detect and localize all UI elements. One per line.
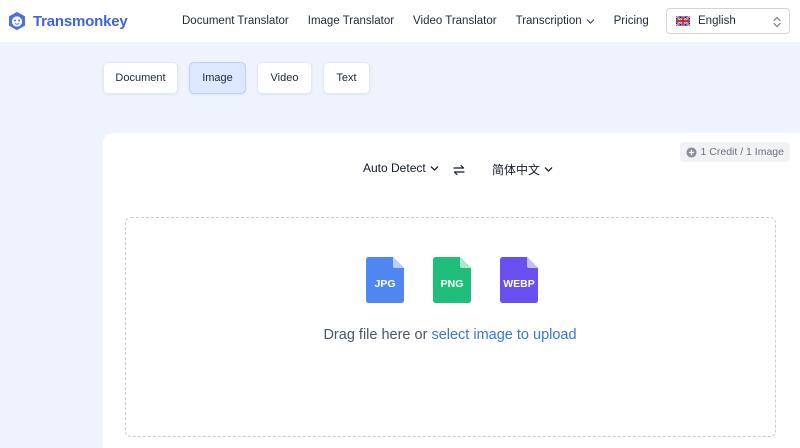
target-language-select[interactable]: 简体中文 xyxy=(492,161,553,178)
translator-type-tabs: Document Image Video Text xyxy=(103,62,370,94)
source-language-select[interactable]: Auto Detect xyxy=(363,161,439,175)
tab-label: Text xyxy=(336,72,357,84)
chevron-down-icon xyxy=(430,165,438,171)
file-type-label: JPG xyxy=(374,278,396,290)
webp-file-icon: WEBP xyxy=(500,257,538,303)
tab-label: Document xyxy=(115,72,166,84)
nav-label: Video Translator xyxy=(413,15,497,27)
language-pair-row: Auto Detect 简体中文 xyxy=(103,161,800,181)
language-select[interactable]: English xyxy=(666,8,790,34)
brand-name: Transmonkey xyxy=(33,12,128,30)
supported-file-types: JPG PNG WEBP xyxy=(126,257,774,303)
nav-label: Image Translator xyxy=(307,15,395,27)
png-file-icon: PNG xyxy=(433,257,471,303)
tab-label: Video xyxy=(270,72,299,84)
tab-text[interactable]: Text xyxy=(323,62,370,94)
file-type-label: PNG xyxy=(440,278,464,290)
credit-badge: 1 Credit / 1 Image xyxy=(679,142,790,162)
sort-updown-icon xyxy=(773,16,781,28)
image-translator-card: 1 Credit / 1 Image Auto Detect 简体中文 JPG … xyxy=(103,133,800,448)
source-language-label: Auto Detect xyxy=(363,161,426,175)
tab-document[interactable]: Document xyxy=(103,62,178,94)
language-select-value: English xyxy=(698,15,736,27)
brand-logo[interactable]: Transmonkey xyxy=(6,9,128,33)
nav-label: Document Translator xyxy=(182,15,289,27)
plus-circle-icon xyxy=(685,146,697,158)
nav-label: Transcription xyxy=(515,15,582,27)
dropzone-instructions: Drag file here or select image to upload xyxy=(126,327,774,343)
nav-pricing[interactable]: Pricing xyxy=(614,15,649,27)
drop-text: Drag file here or xyxy=(323,327,432,343)
nav-document-translator[interactable]: Document Translator xyxy=(182,15,289,27)
monkey-logo-icon xyxy=(9,11,25,31)
main-nav: Document Translator Image Translator Vid… xyxy=(182,0,668,42)
nav-video-translator[interactable]: Video Translator xyxy=(413,15,497,27)
nav-transcription[interactable]: Transcription xyxy=(516,15,595,27)
tab-image[interactable]: Image xyxy=(189,62,246,94)
target-language-label: 简体中文 xyxy=(492,163,541,177)
tab-label: Image xyxy=(202,72,233,84)
chevron-down-icon xyxy=(544,167,553,172)
nav-label: Pricing xyxy=(613,15,649,27)
nav-image-translator[interactable]: Image Translator xyxy=(308,15,394,27)
chevron-down-icon xyxy=(586,18,594,24)
select-image-link[interactable]: select image to upload xyxy=(431,327,576,343)
top-header: Transmonkey Document Translator Image Tr… xyxy=(0,0,800,42)
uk-flag-icon xyxy=(676,16,690,26)
image-upload-dropzone[interactable]: JPG PNG WEBP Drag file here or select im… xyxy=(125,217,776,437)
tab-video[interactable]: Video xyxy=(257,62,312,94)
swap-languages-icon[interactable] xyxy=(453,164,465,176)
file-type-label: WEBP xyxy=(503,278,535,290)
jpg-file-icon: JPG xyxy=(366,257,404,303)
credit-text: 1 Credit / 1 Image xyxy=(700,146,784,158)
